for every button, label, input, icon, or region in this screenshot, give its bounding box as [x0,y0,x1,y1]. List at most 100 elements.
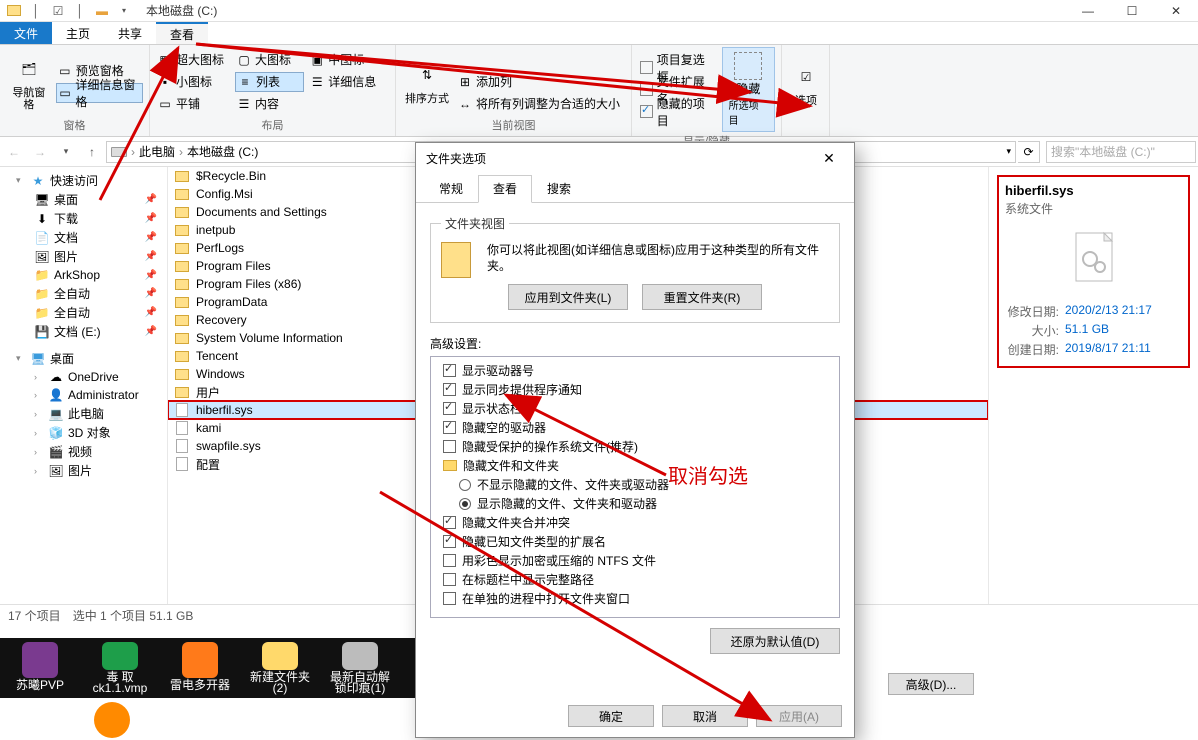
adv-setting-item[interactable]: 显示状态栏 [435,399,835,418]
checkbox-icon[interactable] [443,364,456,377]
addcol-button[interactable]: ⊞添加列 [456,72,622,92]
pin-icon: 📌 [145,194,163,205]
view-content[interactable]: ☰内容 [235,94,304,114]
view-details[interactable]: ☰详细信息 [308,72,389,92]
minimize-button[interactable]: — [1066,0,1110,22]
status-selection: 选中 1 个项目 51.1 GB [73,607,194,624]
adv-setting-item[interactable]: 显示同步提供程序通知 [435,380,835,399]
checkbox-icon[interactable] [443,554,456,567]
close-button[interactable]: ✕ [1154,0,1198,22]
checkbox-icon[interactable] [443,592,456,605]
apply-button[interactable]: 应用(A) [756,705,842,727]
checkbox-icon[interactable] [443,535,456,548]
dialog-close-button[interactable]: ✕ [814,143,844,173]
tree-item[interactable]: ›👤Administrator [0,386,167,404]
tree-item[interactable]: 🖥桌面📌 [0,190,167,209]
adv-setting-item[interactable]: 显示隐藏的文件、文件夹和驱动器 [435,494,835,513]
qat-dropdown[interactable]: ▾ [114,1,134,21]
radio-icon[interactable] [459,498,471,510]
reset-folders-button[interactable]: 重置文件夹(R) [642,284,762,310]
dialog-tab-search[interactable]: 搜索 [532,175,586,202]
view-tiles[interactable]: ▭平铺 [156,94,231,114]
tab-view[interactable]: 查看 [156,22,208,44]
adv-setting-item[interactable]: 用彩色显示加密或压缩的 NTFS 文件 [435,551,835,570]
adv-setting-item[interactable]: 在单独的进程中打开文件夹窗口 [435,589,835,608]
folder-icon: ▬ [92,1,112,21]
taskbar-item[interactable]: 雷电多开器 [170,642,230,694]
view-small[interactable]: ▪小图标 [156,72,231,92]
tab-file[interactable]: 文件 [0,22,52,44]
preview-filename: hiberfil.sys [1005,183,1182,198]
tree-item[interactable]: ⬇下载📌 [0,209,167,228]
view-large[interactable]: ▢大图标 [235,50,304,70]
checkbox-icon[interactable] [443,516,456,529]
radio-icon[interactable] [459,479,471,491]
ok-button[interactable]: 确定 [568,705,654,727]
tree-item[interactable]: ›🎬视频 [0,442,167,461]
tab-share[interactable]: 共享 [104,22,156,44]
tree-item[interactable]: 📄文档📌 [0,228,167,247]
details-pane-button[interactable]: ▭详细信息窗格 [56,83,143,103]
tree-item[interactable]: 📁全自动📌 [0,284,167,303]
adv-setting-item[interactable]: 隐藏受保护的操作系统文件(推荐) [435,437,835,456]
cancel-button[interactable]: 取消 [662,705,748,727]
recent-dropdown[interactable]: ▾ [54,140,78,164]
tree-quick-access[interactable]: ▾★快速访问 [0,171,167,190]
options-button[interactable]: ☑ 选项 [788,59,824,109]
breadcrumb[interactable]: 本地磁盘 (C:) [187,143,258,160]
refresh-button[interactable]: ⟳ [1018,141,1040,163]
adv-setting-item[interactable]: 隐藏文件夹合并冲突 [435,513,835,532]
search-input[interactable]: 搜索"本地磁盘 (C:)" [1046,141,1196,163]
adv-setting-item[interactable]: 隐藏已知文件类型的扩展名 [435,532,835,551]
sort-button[interactable]: ⇅ 排序方式 [402,57,452,107]
restore-defaults-button[interactable]: 还原为默认值(D) [710,628,840,654]
tree-item[interactable]: 💾文档 (E:)📌 [0,322,167,341]
tree-item[interactable]: ›☁OneDrive [0,368,167,386]
folderview-legend: 文件夹视图 [441,215,509,232]
hide-selected-button[interactable]: 隐藏 所选项目 [722,47,775,132]
checkbox-icon[interactable] [443,573,456,586]
checkbox-icon[interactable] [443,421,456,434]
tree-item[interactable]: ›🧊3D 对象 [0,423,167,442]
taskbar-item[interactable]: 新建文件夹 (2) [250,642,310,694]
nav-pane-button[interactable]: 🗂 导航窗格 [6,51,52,113]
taskbar-item[interactable]: 最新自动解锁印痕(1) [330,642,390,694]
forward-button[interactable]: → [28,140,52,164]
back-button[interactable]: ← [2,140,26,164]
apply-to-folders-button[interactable]: 应用到文件夹(L) [508,284,628,310]
view-xlarge[interactable]: ▦超大图标 [156,50,231,70]
checkbox-icon[interactable] [443,402,456,415]
item-icon: 📁 [34,305,50,321]
hidden-items-toggle[interactable]: 隐藏的项目 [638,102,718,122]
checkbox-icon[interactable]: ☑ [48,1,68,21]
autofit-button[interactable]: ↔将所有列调整为合适的大小 [456,94,622,114]
view-list[interactable]: ≡列表 [235,72,304,92]
adv-setting-item[interactable]: 隐藏空的驱动器 [435,418,835,437]
adv-setting-item[interactable]: 在标题栏中显示完整路径 [435,570,835,589]
view-medium[interactable]: ▣中图标 [308,50,389,70]
advanced-button[interactable]: 高级(D)... [888,673,974,695]
adv-setting-item[interactable]: 不显示隐藏的文件、文件夹或驱动器 [435,475,835,494]
taskbar-item[interactable]: 苏曦PVP [10,642,70,694]
adv-setting-item[interactable]: 显示驱动器号 [435,361,835,380]
item-icon: 👤 [48,387,64,403]
desktop-icon: 🖥 [30,351,46,367]
maximize-button[interactable]: ☐ [1110,0,1154,22]
addr-dropdown[interactable]: ▾ [1006,146,1011,157]
breadcrumb[interactable]: 此电脑 [139,143,175,160]
adv-setting-item[interactable]: 隐藏文件和文件夹 [435,456,835,475]
tree-item[interactable]: 📁ArkShop📌 [0,266,167,284]
tree-desktop[interactable]: ▾🖥桌面 [0,349,167,368]
tree-item[interactable]: 📁全自动📌 [0,303,167,322]
dialog-tab-view[interactable]: 查看 [478,175,532,203]
checkbox-icon[interactable] [443,440,456,453]
advanced-settings-list[interactable]: 显示驱动器号显示同步提供程序通知显示状态栏隐藏空的驱动器隐藏受保护的操作系统文件… [430,356,840,618]
tab-home[interactable]: 主页 [52,22,104,44]
dialog-tab-general[interactable]: 常规 [424,175,478,202]
tree-item[interactable]: 🖼图片📌 [0,247,167,266]
taskbar-item[interactable]: 毒 取ck1.1.vmp [90,642,150,694]
tree-item[interactable]: ›💻此电脑 [0,404,167,423]
up-button[interactable]: ↑ [80,140,104,164]
tree-item[interactable]: ›🖼图片 [0,461,167,480]
checkbox-icon[interactable] [443,383,456,396]
